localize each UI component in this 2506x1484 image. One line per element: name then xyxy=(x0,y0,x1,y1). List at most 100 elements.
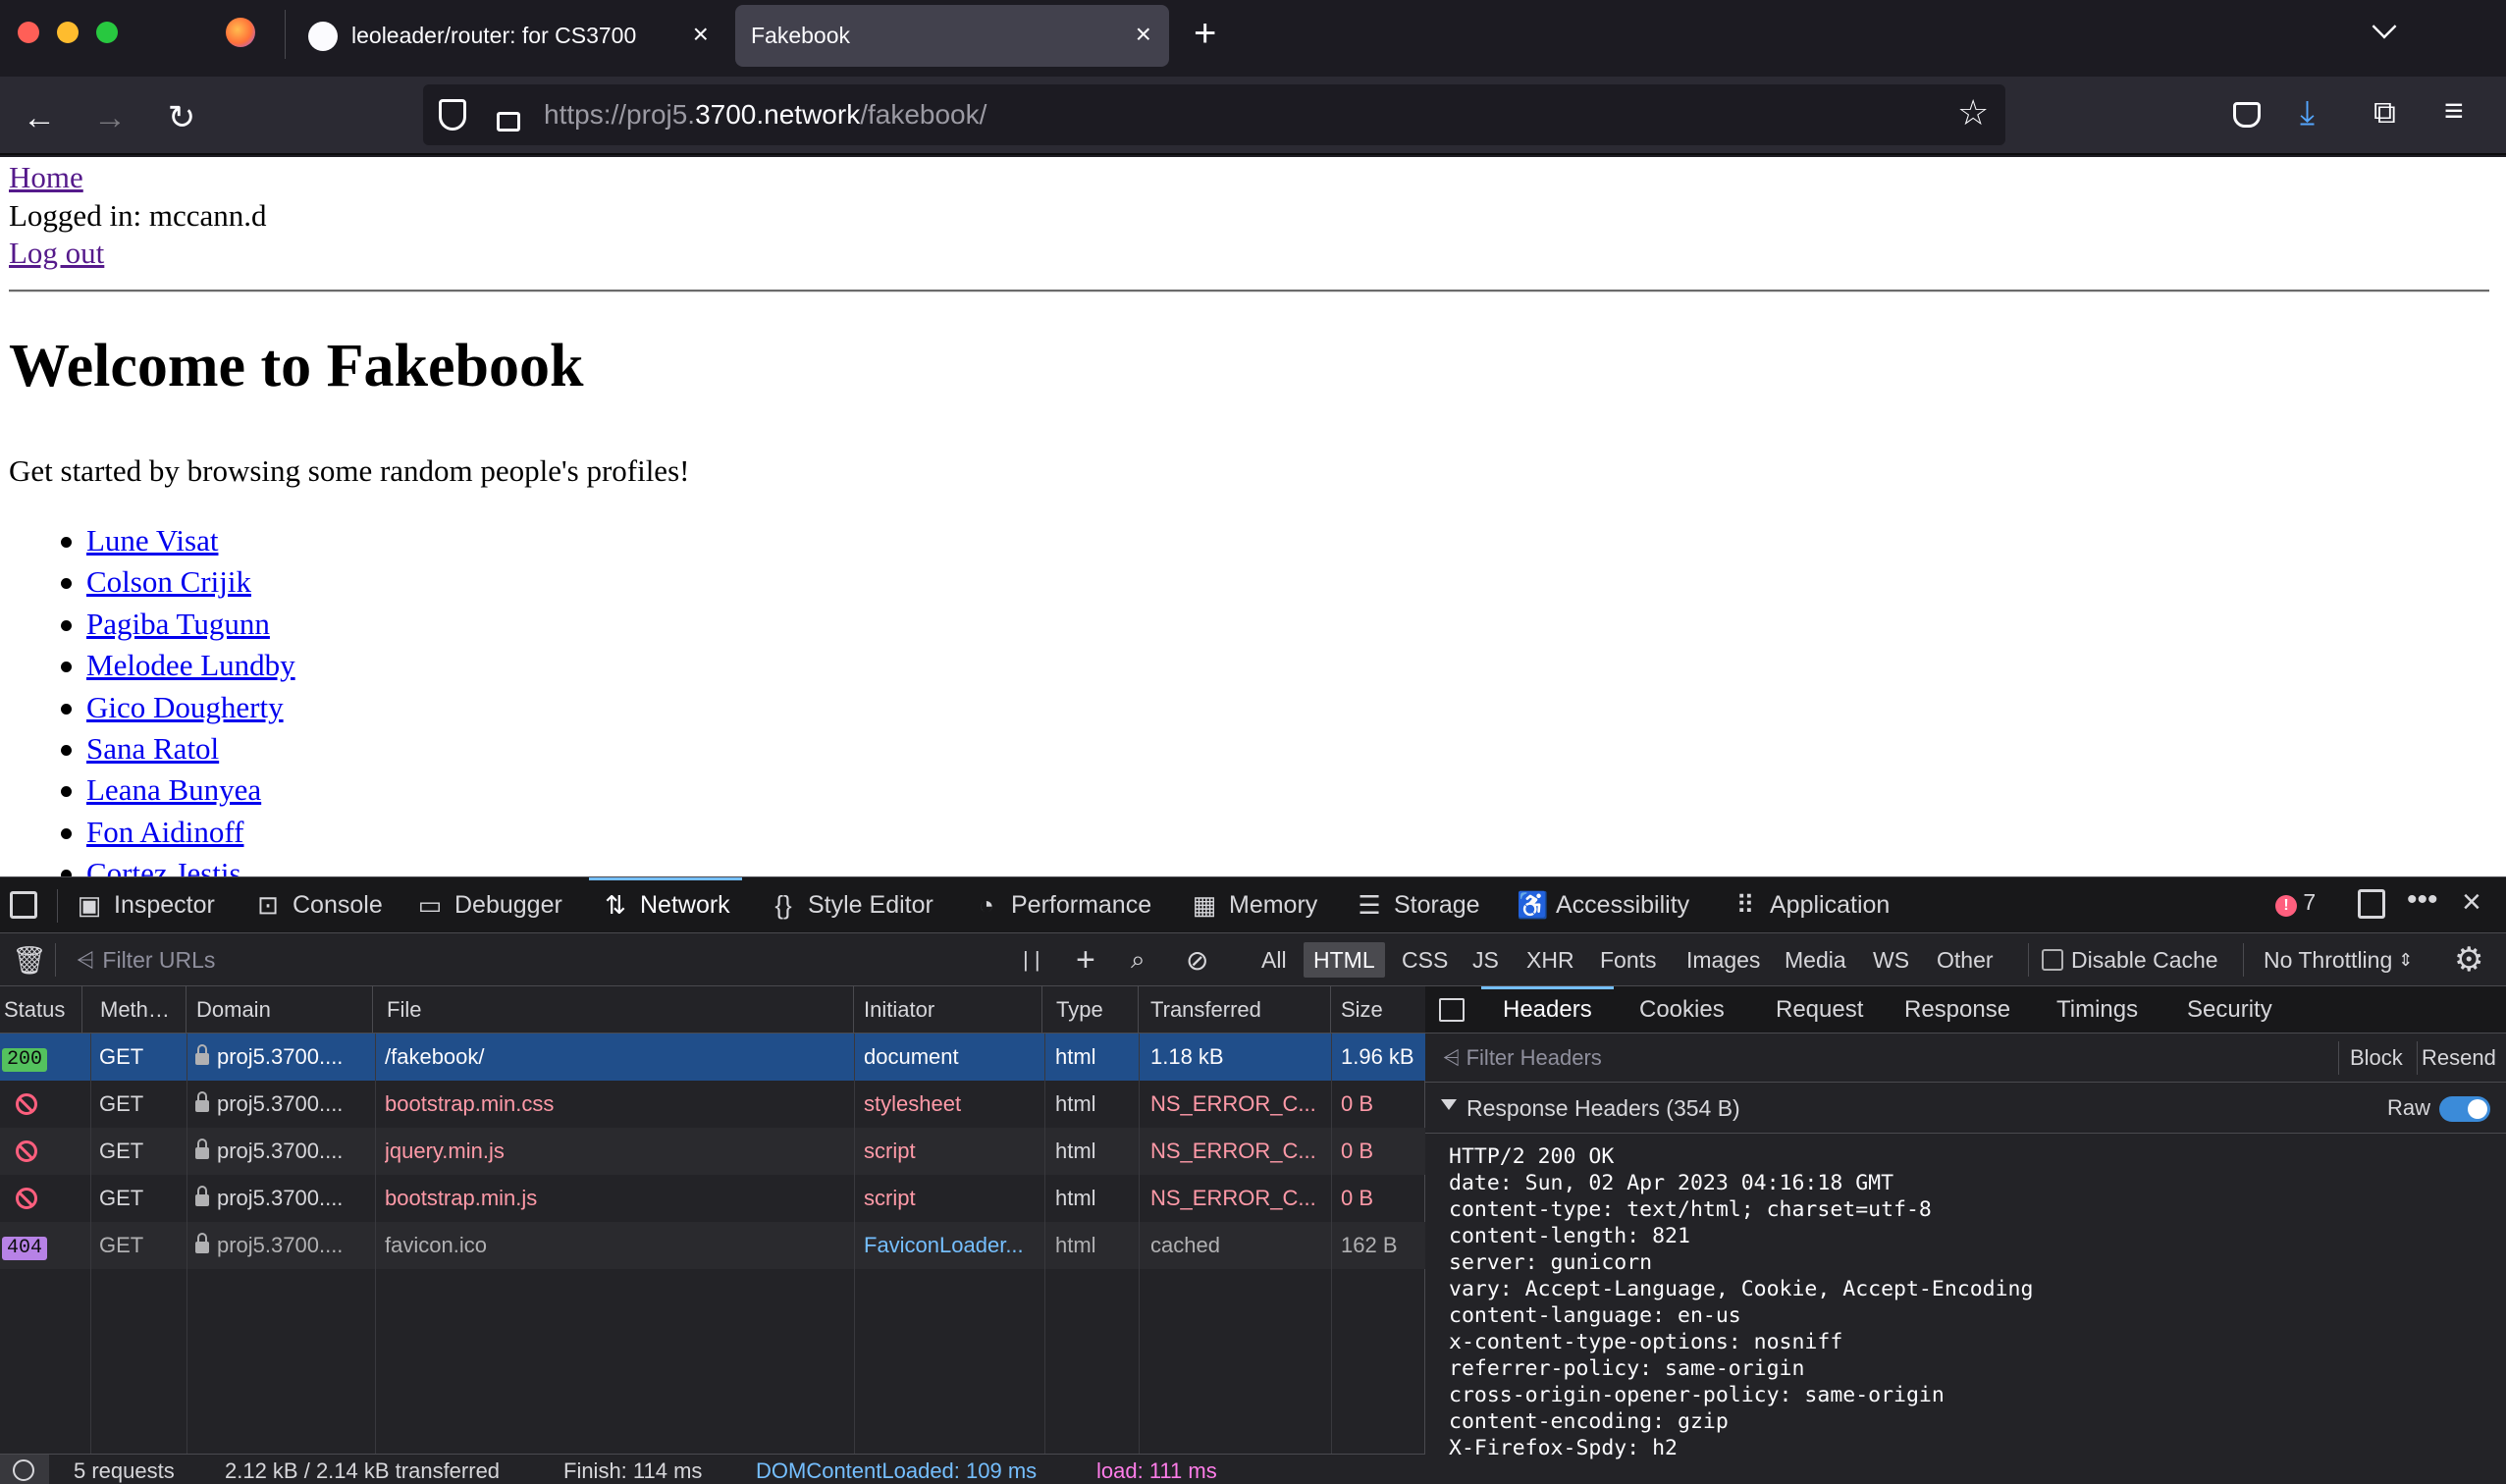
tab-console[interactable]: ⊡ Console xyxy=(253,877,383,932)
filter-css[interactable]: CSS xyxy=(1392,933,1458,986)
profile-link[interactable]: Pagiba Tugunn xyxy=(86,607,270,641)
block-button[interactable]: Block xyxy=(2350,1045,2403,1071)
console-icon: ⊡ xyxy=(257,889,279,920)
column-initiator[interactable]: Initiator xyxy=(860,986,1042,1034)
filter-js[interactable]: JS xyxy=(1463,933,1509,986)
tab-storage[interactable]: ☰ Storage xyxy=(1355,877,1479,932)
tab-cookies[interactable]: Cookies xyxy=(1639,986,1725,1034)
method-cell: GET xyxy=(99,1233,144,1257)
tab-timings[interactable]: Timings xyxy=(2056,986,2138,1034)
profile-link[interactable]: Melodee Lundby xyxy=(86,648,295,682)
resend-button[interactable]: Resend xyxy=(2422,1045,2496,1071)
tab-debugger[interactable]: ▭ Debugger xyxy=(415,877,562,932)
home-link[interactable]: Home xyxy=(9,160,83,195)
url-bar[interactable]: https://proj5.3700.network/fakebook/ ☆ xyxy=(423,84,2005,145)
tab-performance[interactable]: ◔ Performance xyxy=(972,877,1151,932)
menu-icon[interactable]: ≡ xyxy=(2444,92,2464,131)
filter-headers-input[interactable]: ⩤ Filter Headers xyxy=(1443,1045,2425,1071)
application-icon: ⠿ xyxy=(1735,889,1755,920)
search-icon[interactable]: ⌕ xyxy=(1131,933,1146,986)
filter-all[interactable]: All xyxy=(1252,933,1297,986)
minimize-window-button[interactable] xyxy=(57,22,79,43)
profile-link[interactable]: Fon Aidinoff xyxy=(86,815,243,849)
table-row[interactable]: GET proj5.3700.... jquery.min.js script … xyxy=(0,1128,1425,1175)
tracking-shield-icon[interactable] xyxy=(439,99,466,131)
maximize-window-button[interactable] xyxy=(96,22,118,43)
more-options-icon[interactable]: ••• xyxy=(2407,883,2438,917)
pause-icon[interactable]: | | xyxy=(1023,933,1040,986)
column-file[interactable]: File xyxy=(383,986,854,1034)
firefox-view-icon[interactable] xyxy=(226,18,255,47)
tab-inspector[interactable]: ▣ Inspector xyxy=(75,877,215,932)
profile-link[interactable]: Gico Dougherty xyxy=(86,690,284,724)
profile-link[interactable]: Lune Visat xyxy=(86,523,218,557)
logout-link[interactable]: Log out xyxy=(9,236,104,271)
close-tab-icon[interactable]: × xyxy=(1136,19,1151,50)
table-row[interactable]: GET proj5.3700.... bootstrap.min.css sty… xyxy=(0,1081,1425,1128)
block-requests-icon[interactable]: ⊘ xyxy=(1186,933,1208,986)
extensions-icon[interactable]: ⧉ xyxy=(2373,94,2396,132)
dock-side-icon[interactable] xyxy=(2358,889,2385,919)
column-size[interactable]: Size xyxy=(1337,986,1425,1034)
tab-network[interactable]: ⇅ Network xyxy=(589,877,742,932)
profile-link[interactable]: Sana Ratol xyxy=(86,731,219,766)
toggle-sidebar-icon[interactable] xyxy=(1439,998,1465,1022)
table-row[interactable]: 200 GET proj5.3700.... /fakebook/ docume… xyxy=(0,1034,1425,1081)
raw-toggle[interactable] xyxy=(2439,1096,2490,1122)
profile-link[interactable]: Cortez Jestis xyxy=(86,856,241,876)
filter-urls-input[interactable]: ⩤ Filter URLs xyxy=(77,933,989,986)
column-method[interactable]: Meth… xyxy=(96,986,187,1034)
filter-images[interactable]: Images xyxy=(1677,933,1770,986)
column-domain[interactable]: Domain xyxy=(192,986,373,1034)
clear-icon[interactable]: 🗑 xyxy=(12,933,47,986)
tab-security[interactable]: Security xyxy=(2187,986,2272,1034)
new-tab-icon[interactable]: + xyxy=(1194,12,1216,56)
request-details-panel: Headers Cookies Request Response Timings… xyxy=(1425,986,2506,1484)
response-headers-section[interactable]: Response Headers (354 B) Raw xyxy=(1425,1083,2506,1134)
settings-gear-icon[interactable]: ⚙ xyxy=(2454,933,2483,986)
initiator-cell[interactable]: FaviconLoader... xyxy=(864,1222,1040,1269)
close-devtools-icon[interactable]: × xyxy=(2462,883,2481,922)
tab-response[interactable]: Response xyxy=(1904,986,2010,1034)
domain-cell: proj5.3700.... xyxy=(195,1081,372,1128)
table-row[interactable]: GET proj5.3700.... bootstrap.min.js scri… xyxy=(0,1175,1425,1222)
table-row[interactable]: 404 GET proj5.3700.... favicon.ico Favic… xyxy=(0,1222,1425,1269)
column-type[interactable]: Type xyxy=(1052,986,1139,1034)
forward-icon[interactable]: → xyxy=(90,98,130,137)
disable-cache-checkbox[interactable]: Disable Cache xyxy=(2042,933,2218,986)
column-transferred[interactable]: Transferred xyxy=(1146,986,1331,1034)
profile-link[interactable]: Leana Bunyea xyxy=(86,772,261,807)
reload-icon[interactable]: ↻ xyxy=(162,98,201,137)
filter-ws[interactable]: WS xyxy=(1863,933,1919,986)
performance-analysis-icon[interactable] xyxy=(0,1455,49,1484)
filter-media[interactable]: Media xyxy=(1775,933,1856,986)
tab-memory[interactable]: ▦ Memory xyxy=(1190,877,1318,932)
tab-accessibility[interactable]: ♿ Accessibility xyxy=(1517,877,1689,932)
tab-style-editor[interactable]: {} Style Editor xyxy=(769,877,933,932)
error-count[interactable]: ! 7 xyxy=(2275,889,2316,917)
bookmark-star-icon[interactable]: ☆ xyxy=(1957,92,1989,133)
add-request-icon[interactable]: + xyxy=(1076,933,1095,986)
profile-link[interactable]: Colson Crijik xyxy=(86,564,251,599)
close-window-button[interactable] xyxy=(18,22,39,43)
filter-xhr[interactable]: XHR xyxy=(1517,933,1584,986)
tab-application[interactable]: ⠿ Application xyxy=(1731,877,1890,932)
tab-request[interactable]: Request xyxy=(1776,986,1863,1034)
tab-fakebook[interactable]: Fakebook × xyxy=(735,5,1169,67)
filter-other[interactable]: Other xyxy=(1927,933,2003,986)
throttling-select[interactable]: No Throttling ⇕ xyxy=(2264,933,2413,986)
pocket-icon[interactable] xyxy=(2233,102,2261,128)
lock-icon[interactable] xyxy=(497,112,520,132)
column-status[interactable]: Status xyxy=(0,986,82,1034)
url-text[interactable]: https://proj5.3700.network/fakebook/ xyxy=(544,99,986,131)
filter-html[interactable]: HTML xyxy=(1304,942,1385,978)
downloads-icon[interactable]: ⤓ xyxy=(2300,94,2315,132)
tab-headers[interactable]: Headers xyxy=(1481,986,1614,1034)
close-tab-icon[interactable]: × xyxy=(693,19,709,50)
filter-fonts[interactable]: Fonts xyxy=(1590,933,1667,986)
toolbar-separator xyxy=(55,943,56,977)
list-all-tabs-icon[interactable] xyxy=(2372,14,2397,39)
back-icon[interactable]: ← xyxy=(20,98,59,137)
element-picker-icon[interactable] xyxy=(10,891,37,919)
tab-github[interactable]: leoleader/router: for CS3700 × xyxy=(293,5,726,67)
